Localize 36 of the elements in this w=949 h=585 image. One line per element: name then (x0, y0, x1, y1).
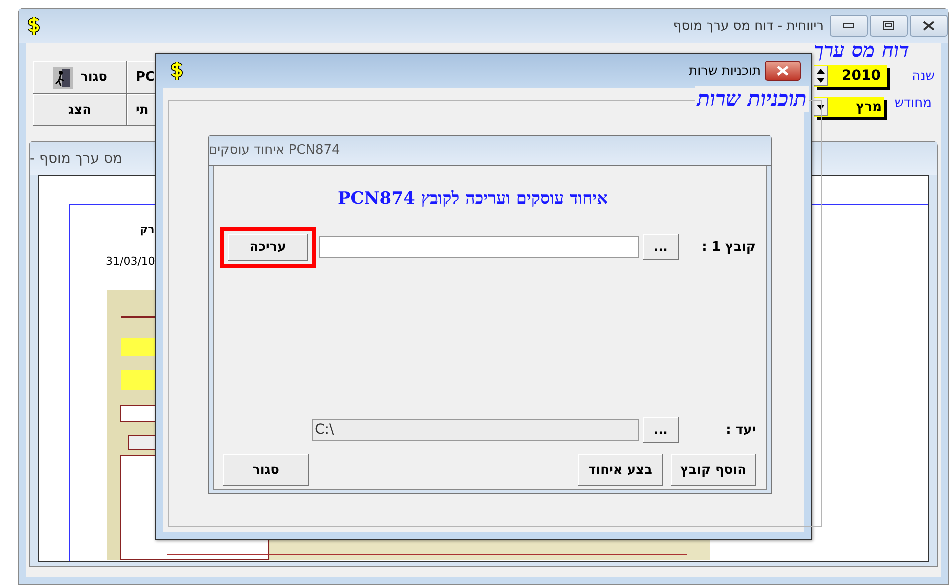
action-button[interactable]: בצע איחוד (578, 454, 663, 486)
close-button[interactable]: סגור (223, 454, 309, 486)
spin-arrows-icon (814, 66, 828, 86)
dialog-title: תוכניות שרות (689, 64, 761, 78)
month-label: מחודש (894, 96, 932, 110)
action-button[interactable]: הוסף קובץ (671, 454, 756, 486)
panel-title: מס ערך מוסף - (30, 150, 123, 166)
field-label: יעד : (725, 422, 756, 438)
toolbar-button[interactable]: סגור (33, 61, 127, 94)
field-label: קובץ 1 : (701, 240, 756, 254)
exit-door-icon (52, 66, 73, 88)
close-button[interactable] (765, 61, 801, 81)
report-date: 31/03/10 (106, 255, 156, 268)
toolbar-button[interactable]: הצג (33, 94, 127, 126)
maximize-button[interactable] (870, 15, 908, 37)
close-icon (923, 21, 935, 31)
browse-button[interactable]: ... (643, 234, 679, 260)
dropdown-arrow-icon (814, 98, 828, 116)
path-field[interactable] (319, 236, 639, 258)
report-title: דוח מס ערך (814, 38, 910, 63)
window-title: ריווחית - דוח מס ערך מוסף (673, 18, 824, 34)
month-dropdown[interactable]: מרץ (814, 97, 884, 117)
report-text: רק (140, 223, 155, 236)
dollar-icon (27, 16, 41, 36)
dollar-icon (170, 61, 184, 81)
close-button[interactable] (910, 15, 948, 37)
group-title: תוכניות שרות (695, 86, 809, 112)
close-icon (777, 66, 789, 76)
year-spinner[interactable]: 2010 (814, 65, 887, 87)
minimize-icon (843, 23, 855, 29)
year-label: שנה (911, 68, 935, 84)
edit-button[interactable]: עריכה (228, 234, 308, 260)
window-title: PCN874 איחוד עוסקים (209, 143, 340, 158)
dialog-heading: איחוד עוסקים ועריכה לקובץ PCN874 (338, 189, 608, 209)
maximize-icon (883, 21, 895, 31)
minimize-button[interactable] (830, 15, 868, 37)
